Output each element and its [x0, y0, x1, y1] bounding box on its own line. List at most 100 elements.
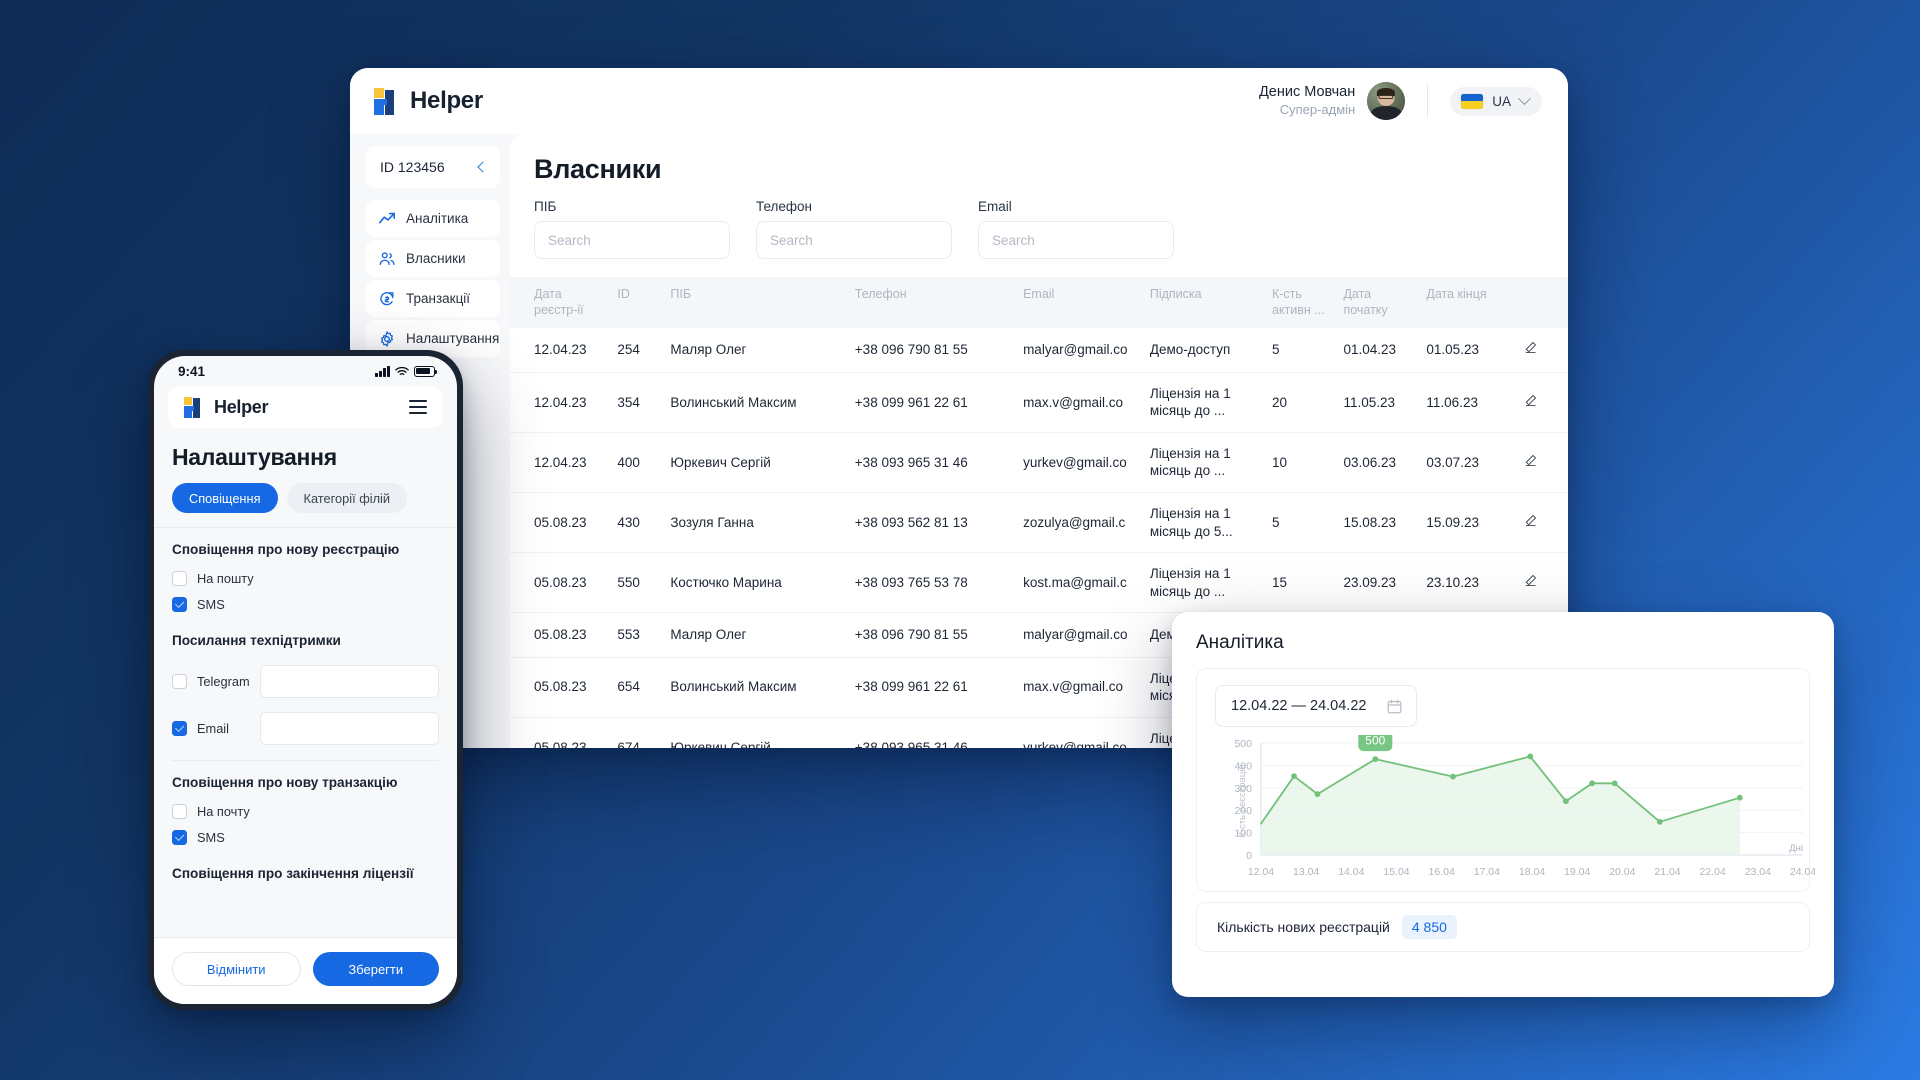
checkbox-sms-transaction[interactable] [172, 830, 187, 845]
edit-icon[interactable] [1523, 453, 1538, 468]
search-box[interactable] [978, 221, 1174, 259]
th-reg-date[interactable]: Дата реєстр-ії [510, 277, 612, 329]
sidebar-item-owners[interactable]: Власники [366, 240, 500, 277]
checkbox-email-support[interactable] [172, 721, 187, 736]
filter-email: Email [978, 199, 1174, 259]
brand-logo: Helper [374, 87, 483, 115]
filter-bar: ПІБ Телефон [510, 199, 1568, 277]
th-subscription[interactable]: Підписка [1143, 277, 1266, 329]
cell-active-count: 15 [1265, 552, 1338, 614]
cell-subscription: Ліцензія на 1 місяць до ... [1143, 372, 1266, 433]
cell-phone: +38 093 562 81 13 [848, 492, 1018, 554]
cell-start-date: 23.09.23 [1337, 552, 1421, 614]
total-value: 4 850 [1401, 915, 1457, 939]
cell-start-date: 03.06.23 [1337, 432, 1421, 493]
group-title-support: Посилання техпідтримки [172, 633, 341, 648]
search-input-name[interactable] [548, 232, 725, 248]
brand-name: Helper [410, 87, 483, 114]
cell-actions[interactable] [1517, 552, 1568, 614]
search-input-phone[interactable] [770, 232, 947, 248]
th-name[interactable]: ПІБ [664, 277, 849, 329]
checkbox-sms-registration[interactable] [172, 597, 187, 612]
date-range-picker[interactable]: 12.04.22 — 24.04.22 [1215, 685, 1417, 727]
edit-icon[interactable] [1523, 340, 1538, 355]
cell-name: Юркевич Сергій [664, 432, 849, 493]
checkbox-row[interactable]: На пошту [172, 567, 439, 593]
user-menu[interactable]: Денис Мовчан Супер-адмін [1259, 82, 1427, 120]
checkbox-row[interactable]: На почту [172, 800, 439, 826]
email-link-field[interactable] [260, 712, 439, 745]
table-row[interactable]: 05.08.23 550 Костючко Марина +38 093 765 53… [510, 552, 1568, 614]
th-start-date[interactable]: Дата початку [1337, 277, 1421, 329]
tab-branch-categories[interactable]: Категорії філій [286, 483, 408, 513]
cell-reg-date: 05.08.23 [510, 612, 612, 658]
cell-end-date: 01.05.23 [1420, 328, 1518, 373]
svg-text:17.04: 17.04 [1474, 866, 1500, 878]
edit-icon[interactable] [1523, 573, 1538, 588]
telegram-link-field[interactable] [260, 665, 439, 698]
table-row[interactable]: 12.04.23 400 Юркевич Сергій +38 093 965 31 … [510, 432, 1568, 493]
search-input-email[interactable] [992, 232, 1169, 248]
cancel-button[interactable]: Відмінити [172, 952, 301, 986]
checkbox-email-registration[interactable] [172, 571, 187, 586]
table-row[interactable]: 12.04.23 254 Маляр Олег +38 096 790 81 55 ma… [510, 328, 1568, 373]
cell-actions[interactable] [1517, 492, 1568, 554]
checkbox-email-transaction[interactable] [172, 804, 187, 819]
checkbox-row[interactable]: SMS [172, 593, 439, 619]
svg-text:500: 500 [1365, 735, 1385, 748]
th-active-count[interactable]: К-сть активн ... [1265, 277, 1338, 329]
save-button[interactable]: Зберегти [312, 952, 439, 986]
cell-name: Маляр Олег [664, 612, 849, 658]
user-name: Денис Мовчан [1258, 84, 1356, 101]
date-range-value: 12.04.22 — 24.04.22 [1231, 698, 1367, 714]
cell-phone: +38 096 790 81 55 [848, 328, 1018, 373]
helper-logo-icon [374, 87, 401, 115]
group-title-registration: Сповіщення про нову реєстрацію [172, 542, 400, 557]
search-box[interactable] [534, 221, 730, 259]
sidebar-item-label: Транзакції [406, 291, 471, 306]
collapse-sidebar-icon[interactable] [477, 161, 489, 173]
cell-actions[interactable] [1517, 432, 1568, 493]
edit-icon[interactable] [1523, 393, 1538, 408]
calendar-icon [1387, 699, 1402, 713]
th-actions [1517, 277, 1568, 329]
search-box[interactable] [756, 221, 952, 259]
cell-actions[interactable] [1517, 372, 1568, 433]
input-row-telegram: Telegram [172, 658, 439, 705]
checkbox-row[interactable]: SMS [172, 826, 439, 852]
th-end-date[interactable]: Дата кінця [1420, 277, 1518, 329]
mobile-phone-mockup: 9:41 Helper Налаштування Сповіщення Кате… [148, 350, 463, 1010]
checkbox-telegram[interactable] [172, 674, 187, 689]
tab-notifications[interactable]: Сповіщення [172, 483, 278, 513]
cell-name: Костючко Марина [664, 552, 849, 614]
sidebar-item-transactions[interactable]: Транзакції [366, 280, 500, 317]
cell-end-date: 03.07.23 [1420, 432, 1518, 493]
cell-email: malyar@gmail.co [1017, 328, 1144, 373]
table-row[interactable]: 12.04.23 354 Волинський Максим +38 099 961 … [510, 372, 1568, 433]
cell-actions[interactable] [1517, 328, 1568, 373]
sidebar-item-analytics[interactable]: Аналітика [366, 200, 500, 237]
cell-email: zozulya@gmail.c [1017, 492, 1144, 554]
table-row[interactable]: 05.08.23 430 Зозуля Ганна +38 093 562 81 13… [510, 492, 1568, 554]
edit-icon[interactable] [1523, 513, 1538, 528]
menu-icon[interactable] [409, 400, 427, 414]
sidebar-id-badge[interactable]: ID 123456 [366, 146, 500, 188]
th-phone[interactable]: Телефон [848, 277, 1018, 329]
group-title-license-expiry: Сповіщення про закінчення ліцензії [172, 866, 414, 881]
battery-icon [414, 365, 438, 377]
avatar[interactable] [1367, 82, 1406, 120]
sidebar-item-label: Аналітика [406, 211, 469, 226]
language-selector[interactable]: UA [1450, 86, 1542, 116]
svg-text:0: 0 [1246, 850, 1252, 862]
cell-email: kost.ma@gmail.c [1017, 552, 1144, 614]
cell-id: 254 [611, 328, 665, 373]
cell-email: malyar@gmail.co [1017, 612, 1144, 658]
cell-start-date: 15.08.23 [1337, 492, 1421, 554]
cell-reg-date: 12.04.23 [510, 432, 612, 493]
cell-id: 354 [611, 372, 665, 433]
th-id[interactable]: ID [611, 277, 665, 329]
cell-name: Волинський Максим [664, 657, 849, 718]
th-email[interactable]: Email [1017, 277, 1144, 329]
users-icon [379, 251, 395, 265]
filter-phone: Телефон [756, 199, 952, 259]
